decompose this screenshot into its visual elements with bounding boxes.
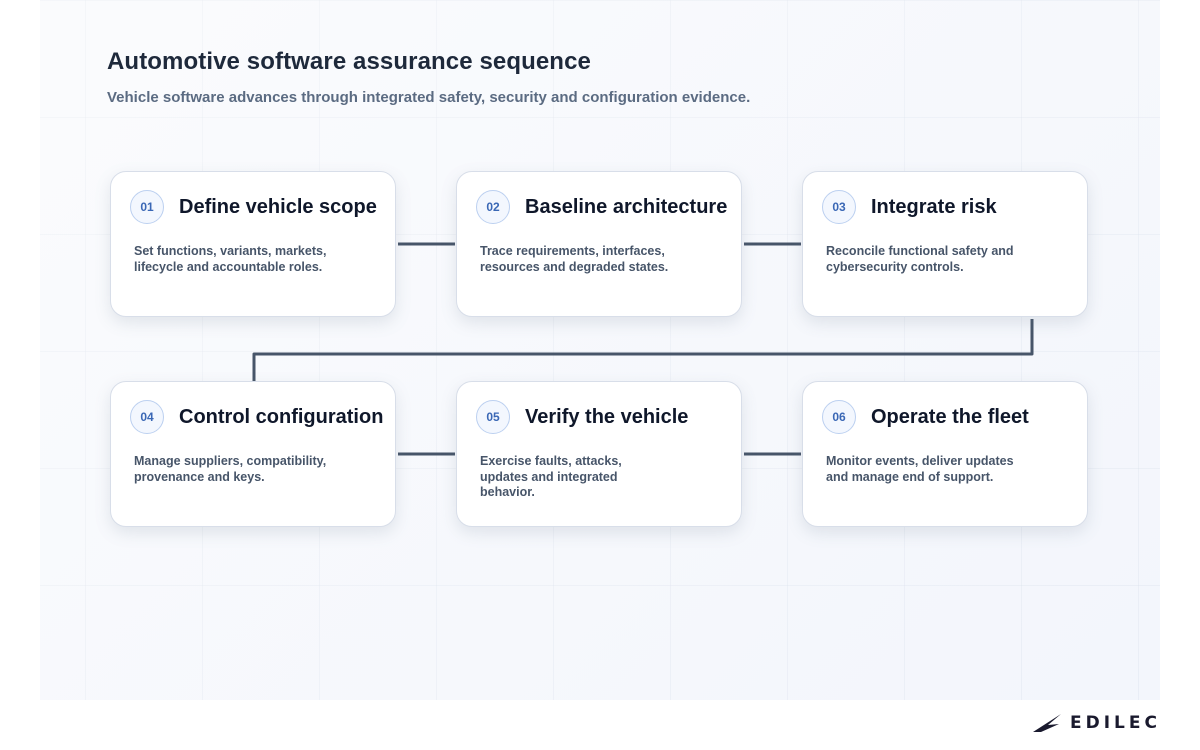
connector-lines (252, 242, 1034, 456)
step-description: Monitor events, deliver updates and mana… (826, 454, 1014, 484)
step-title: Baseline architecture (525, 196, 728, 218)
step-card-02[interactable]: 02 Baseline architecture Trace requireme… (456, 171, 742, 317)
step-card-01[interactable]: 01 Define vehicle scope Set functions, v… (110, 171, 396, 317)
step-description: Manage suppliers, compatibility, provena… (134, 454, 327, 484)
step-description: Exercise faults, attacks, updates and in… (480, 454, 622, 499)
connector-03-04 (252, 319, 1034, 381)
step-title: Verify the vehicle (525, 406, 689, 428)
bird-icon (1033, 714, 1061, 732)
company-logo: EDILEC (1032, 712, 1161, 734)
step-title: Define vehicle scope (179, 196, 377, 218)
step-title: Integrate risk (871, 196, 997, 218)
step-number-badge: 05 (476, 400, 510, 434)
logo-text: EDILEC (1070, 713, 1161, 733)
step-number-badge: 04 (130, 400, 164, 434)
step-number-badge: 06 (822, 400, 856, 434)
step-card-03[interactable]: 03 Integrate risk Reconcile functional s… (802, 171, 1088, 317)
step-description: Reconcile functional safety and cybersec… (826, 244, 1014, 274)
step-number-badge: 02 (476, 190, 510, 224)
step-number-badge: 01 (130, 190, 164, 224)
step-title: Operate the fleet (871, 406, 1029, 428)
step-number-badge: 03 (822, 190, 856, 224)
step-card-05[interactable]: 05 Verify the vehicle Exercise faults, a… (456, 381, 742, 527)
step-title: Control configuration (179, 406, 384, 428)
step-card-04[interactable]: 04 Control configuration Manage supplier… (110, 381, 396, 527)
step-card-06[interactable]: 06 Operate the fleet Monitor events, del… (802, 381, 1088, 527)
step-description: Set functions, variants, markets, lifecy… (134, 244, 327, 274)
step-description: Trace requirements, interfaces, resource… (480, 244, 669, 274)
